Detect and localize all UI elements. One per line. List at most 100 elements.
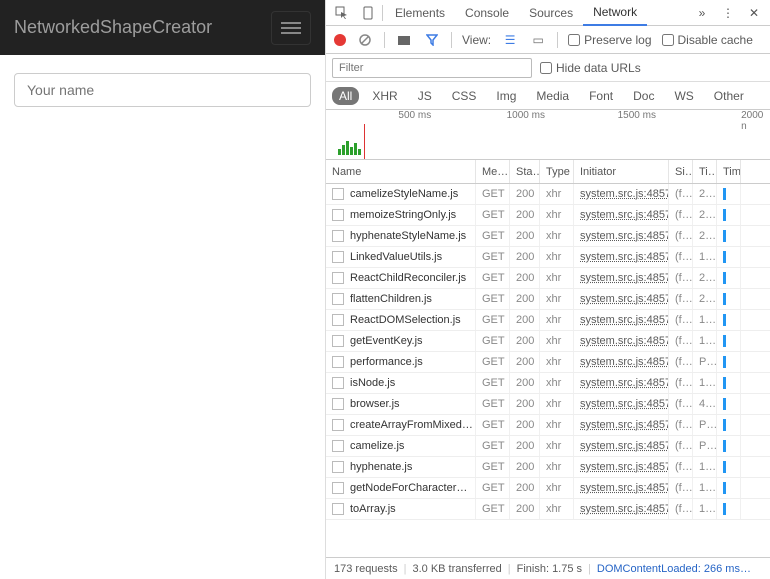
cell-initiator: system.src.js:4857 bbox=[574, 268, 669, 288]
table-row[interactable]: camelize.jsGET200xhrsystem.src.js:4857(f… bbox=[326, 436, 770, 457]
cell-status: 200 bbox=[510, 289, 540, 309]
cell-initiator: system.src.js:4857 bbox=[574, 205, 669, 225]
app-brand[interactable]: NetworkedShapeCreator bbox=[14, 17, 212, 38]
table-row[interactable]: flattenChildren.jsGET200xhrsystem.src.js… bbox=[326, 289, 770, 310]
cell-waterfall bbox=[717, 226, 741, 246]
record-button[interactable] bbox=[334, 34, 346, 46]
clear-icon[interactable] bbox=[356, 31, 374, 49]
kebab-menu-icon[interactable]: ⋮ bbox=[716, 2, 740, 24]
type-filter-js[interactable]: JS bbox=[411, 87, 439, 105]
table-row[interactable]: hyphenateStyleName.jsGET200xhrsystem.src… bbox=[326, 226, 770, 247]
column-header[interactable]: Si… bbox=[669, 160, 693, 183]
cell-size: (f… bbox=[669, 478, 693, 498]
table-row[interactable]: createArrayFromMixed…GET200xhrsystem.src… bbox=[326, 415, 770, 436]
tab-sources[interactable]: Sources bbox=[519, 1, 583, 25]
cell-method: GET bbox=[476, 415, 510, 435]
tab-console[interactable]: Console bbox=[455, 1, 519, 25]
filter-icon[interactable] bbox=[423, 31, 441, 49]
large-rows-icon[interactable]: ☰ bbox=[501, 31, 519, 49]
cell-type: xhr bbox=[540, 310, 574, 330]
app-body bbox=[0, 55, 325, 125]
column-header[interactable]: Sta… bbox=[510, 160, 540, 183]
app-pane: NetworkedShapeCreator bbox=[0, 0, 326, 579]
grid-header-row[interactable]: NameMe…Sta…TypeInitiatorSi…Ti…Tim bbox=[326, 160, 770, 184]
cell-size: (f… bbox=[669, 415, 693, 435]
table-row[interactable]: hyphenate.jsGET200xhrsystem.src.js:4857(… bbox=[326, 457, 770, 478]
timeline-tick: 1500 ms bbox=[618, 110, 656, 121]
table-row[interactable]: toArray.jsGET200xhrsystem.src.js:4857(f…… bbox=[326, 499, 770, 520]
inspect-element-icon[interactable] bbox=[330, 2, 354, 24]
cell-type: xhr bbox=[540, 331, 574, 351]
cell-method: GET bbox=[476, 268, 510, 288]
cell-status: 200 bbox=[510, 373, 540, 393]
table-row[interactable]: isNode.jsGET200xhrsystem.src.js:4857(f…1… bbox=[326, 373, 770, 394]
cell-name: hyphenate.js bbox=[326, 457, 476, 477]
timeline-tick: 2000 n bbox=[741, 110, 763, 132]
cell-waterfall bbox=[717, 247, 741, 267]
table-row[interactable]: memoizeStringOnly.jsGET200xhrsystem.src.… bbox=[326, 205, 770, 226]
tab-elements[interactable]: Elements bbox=[385, 1, 455, 25]
cell-method: GET bbox=[476, 226, 510, 246]
cell-name: ReactDOMSelection.js bbox=[326, 310, 476, 330]
cell-size: (f… bbox=[669, 205, 693, 225]
type-filter-doc[interactable]: Doc bbox=[626, 87, 661, 105]
hide-data-urls-checkbox[interactable]: Hide data URLs bbox=[540, 61, 641, 75]
file-icon bbox=[332, 272, 344, 284]
disable-cache-checkbox[interactable]: Disable cache bbox=[662, 33, 753, 47]
column-header[interactable]: Initiator bbox=[574, 160, 669, 183]
table-row[interactable]: ReactChildReconciler.jsGET200xhrsystem.s… bbox=[326, 268, 770, 289]
filter-input[interactable] bbox=[332, 58, 532, 78]
cell-time: 1… bbox=[693, 310, 717, 330]
table-row[interactable]: getNodeForCharacter…GET200xhrsystem.src.… bbox=[326, 478, 770, 499]
cell-initiator: system.src.js:4857 bbox=[574, 310, 669, 330]
type-filter-xhr[interactable]: XHR bbox=[365, 87, 404, 105]
timeline-overview[interactable]: 500 ms1000 ms1500 ms2000 n bbox=[326, 110, 770, 160]
status-requests: 173 requests bbox=[334, 563, 398, 575]
cell-status: 200 bbox=[510, 436, 540, 456]
table-row[interactable]: ReactDOMSelection.jsGET200xhrsystem.src.… bbox=[326, 310, 770, 331]
status-transferred: 3.0 KB transferred bbox=[412, 563, 501, 575]
more-tabs-icon[interactable]: » bbox=[690, 2, 714, 24]
type-filter-img[interactable]: Img bbox=[489, 87, 523, 105]
cell-initiator: system.src.js:4857 bbox=[574, 352, 669, 372]
table-row[interactable]: camelizeStyleName.jsGET200xhrsystem.src.… bbox=[326, 184, 770, 205]
overview-icon[interactable]: ▭ bbox=[529, 31, 547, 49]
cell-name: browser.js bbox=[326, 394, 476, 414]
cell-size: (f… bbox=[669, 247, 693, 267]
column-header[interactable]: Me… bbox=[476, 160, 510, 183]
type-filter-ws[interactable]: WS bbox=[667, 87, 700, 105]
type-filter-font[interactable]: Font bbox=[582, 87, 620, 105]
file-icon bbox=[332, 230, 344, 242]
cell-initiator: system.src.js:4857 bbox=[574, 184, 669, 204]
preserve-log-checkbox[interactable]: Preserve log bbox=[568, 33, 651, 47]
grid-body[interactable]: camelizeStyleName.jsGET200xhrsystem.src.… bbox=[326, 184, 770, 557]
table-row[interactable]: LinkedValueUtils.jsGET200xhrsystem.src.j… bbox=[326, 247, 770, 268]
view-label: View: bbox=[462, 33, 491, 47]
cell-status: 200 bbox=[510, 394, 540, 414]
cell-time: 1… bbox=[693, 373, 717, 393]
your-name-input[interactable] bbox=[14, 73, 311, 107]
close-icon[interactable]: ✕ bbox=[742, 2, 766, 24]
tab-network[interactable]: Network bbox=[583, 0, 647, 26]
column-header[interactable]: Name bbox=[326, 160, 476, 183]
hamburger-menu-button[interactable] bbox=[271, 11, 311, 45]
cell-initiator: system.src.js:4857 bbox=[574, 457, 669, 477]
cell-time: 1… bbox=[693, 457, 717, 477]
column-header[interactable]: Tim bbox=[717, 160, 741, 183]
type-filter-other[interactable]: Other bbox=[707, 87, 751, 105]
column-header[interactable]: Ti… bbox=[693, 160, 717, 183]
cell-method: GET bbox=[476, 205, 510, 225]
cell-method: GET bbox=[476, 373, 510, 393]
type-filter-all[interactable]: All bbox=[332, 87, 359, 105]
column-header[interactable]: Type bbox=[540, 160, 574, 183]
status-bar: 173 requests| 3.0 KB transferred| Finish… bbox=[326, 557, 770, 579]
device-toggle-icon[interactable] bbox=[356, 2, 380, 24]
cell-size: (f… bbox=[669, 268, 693, 288]
type-filter-css[interactable]: CSS bbox=[445, 87, 484, 105]
capture-screenshot-icon[interactable] bbox=[395, 31, 413, 49]
table-row[interactable]: browser.jsGET200xhrsystem.src.js:4857(f…… bbox=[326, 394, 770, 415]
table-row[interactable]: performance.jsGET200xhrsystem.src.js:485… bbox=[326, 352, 770, 373]
cell-type: xhr bbox=[540, 436, 574, 456]
table-row[interactable]: getEventKey.jsGET200xhrsystem.src.js:485… bbox=[326, 331, 770, 352]
type-filter-media[interactable]: Media bbox=[529, 87, 576, 105]
